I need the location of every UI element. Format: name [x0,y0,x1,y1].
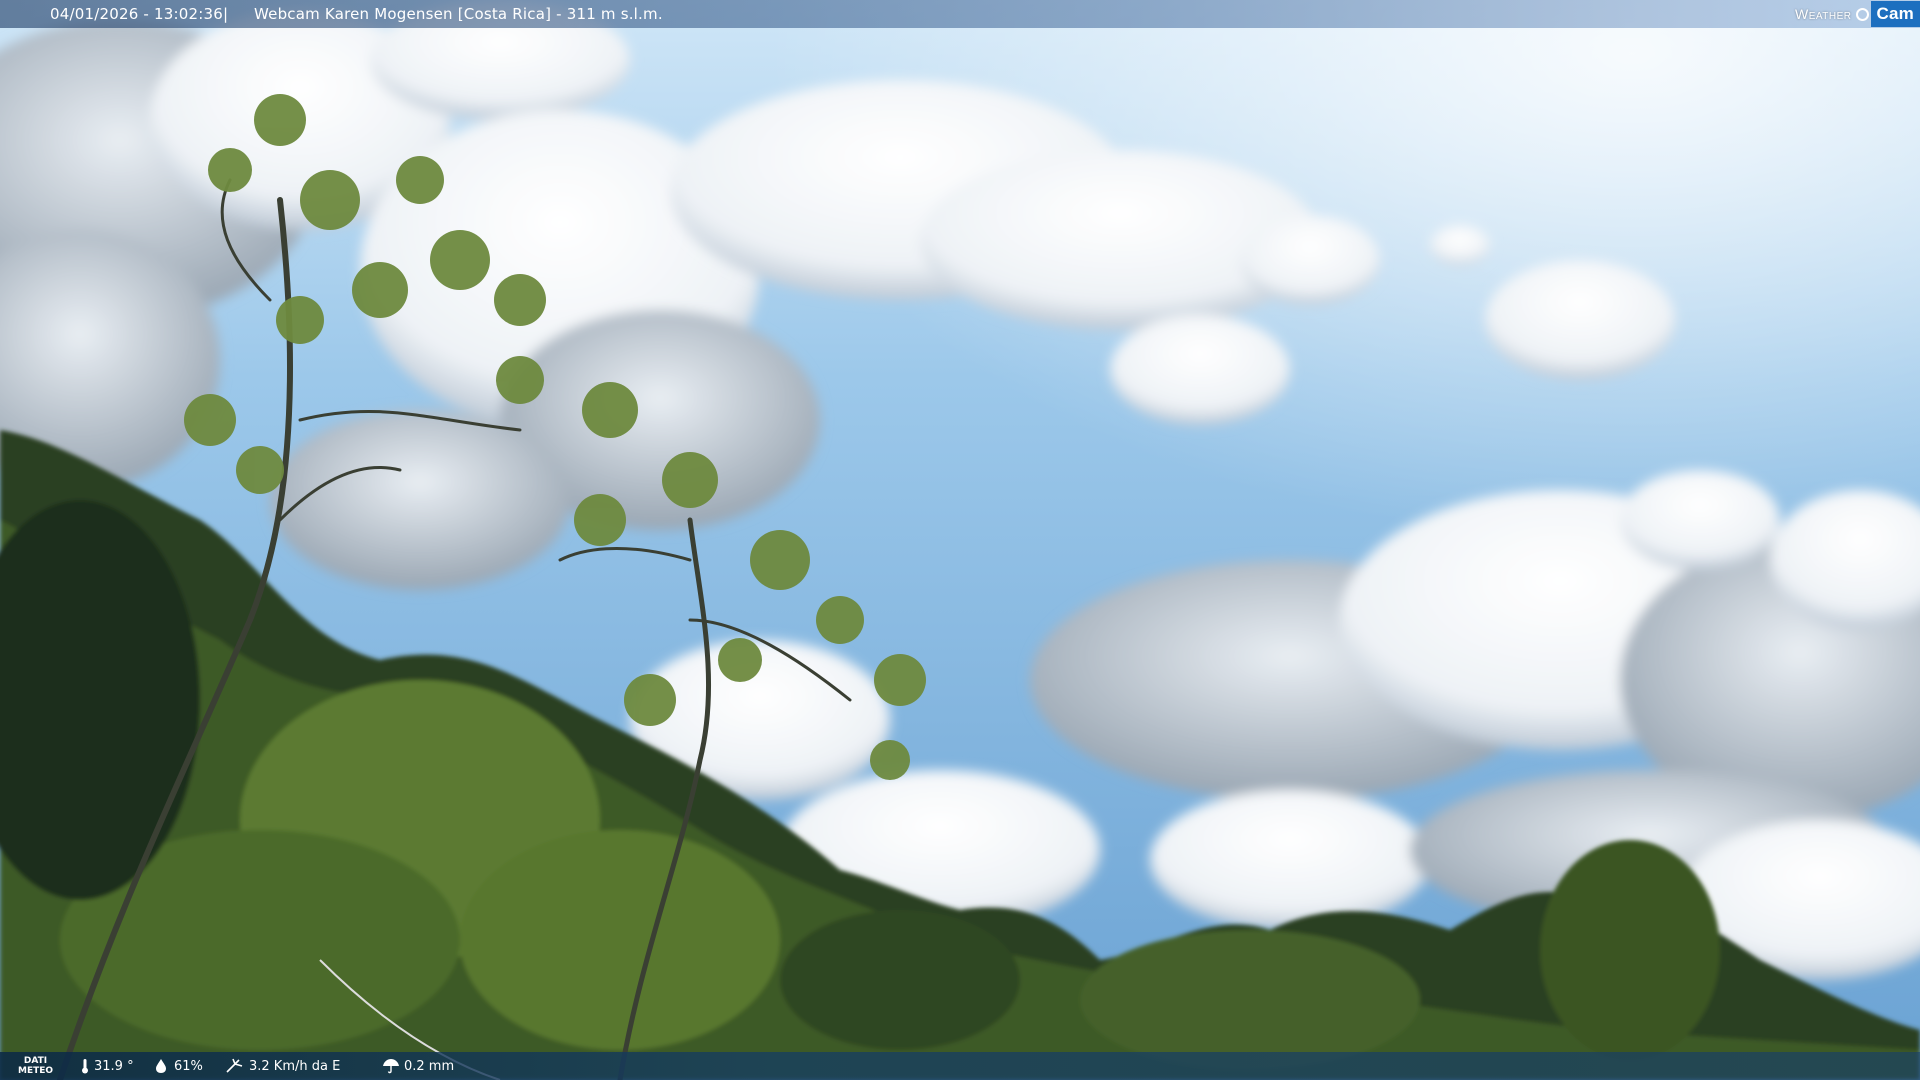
brand-dot-icon [1855,7,1869,21]
weather-panel-label: DATI METEO [18,1056,53,1076]
weather-panel: DATI METEO 31.9 ° 61% 3.2 Km/h da E 0.2 … [0,1052,1920,1080]
label-line1: DATI [23,1056,48,1066]
wind-value: 3.2 Km/h da E [249,1058,341,1074]
wind-item: 3.2 Km/h da E [225,1058,340,1074]
header-separator: | [223,5,229,23]
brand-cam: Cam [1870,1,1920,27]
label-line2: METEO [18,1066,54,1076]
weather-cam-logo-icon: Weather Cam [1795,0,1920,28]
timestamp: 04/01/2026 - 13:02:36 [50,5,223,23]
header-bar: 04/01/2026 - 13:02:36 | Webcam Karen Mog… [0,0,1920,28]
brand-weather: Weather [1795,6,1852,22]
humidity-value: 61% [174,1058,203,1074]
thermometer-icon [82,1059,88,1074]
humidity-item: 61% [152,1058,203,1074]
temperature-value: 31.9 ° [94,1058,134,1074]
webcam-title: Webcam Karen Mogensen [Costa Rica] - 311… [254,5,663,23]
rain-item: 0.2 mm [382,1058,454,1074]
umbrella-icon [383,1059,399,1074]
rain-value: 0.2 mm [404,1058,455,1074]
webcam-scene [0,0,1920,1080]
droplet-icon [156,1059,166,1073]
temperature-item: 31.9 ° [80,1058,134,1074]
wind-icon [226,1058,243,1073]
